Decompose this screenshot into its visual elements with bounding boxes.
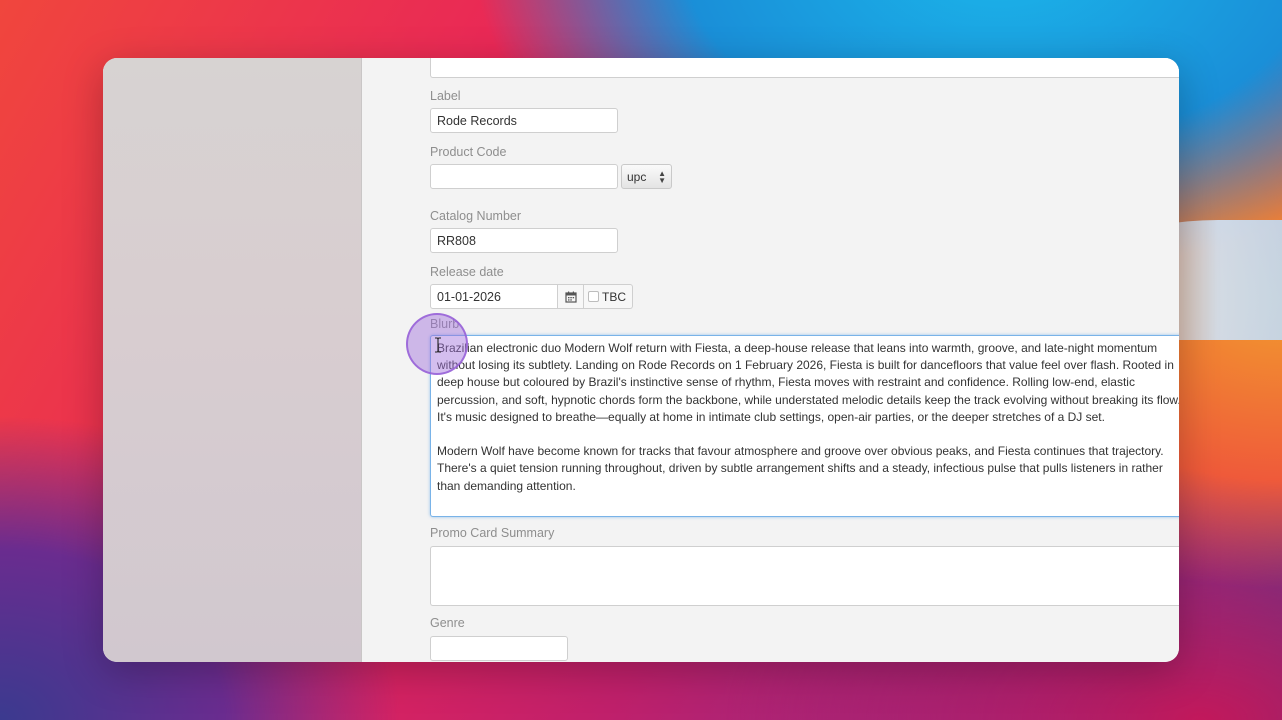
tbc-checkbox[interactable] <box>588 291 599 302</box>
tbc-label: TBC <box>602 289 626 304</box>
product-code-label: Product Code <box>430 145 507 159</box>
blurb-paragraph-2: Modern Wolf have become known for tracks… <box>437 444 1164 493</box>
product-code-input[interactable] <box>430 164 618 189</box>
promo-card-summary-textarea[interactable] <box>430 546 1179 606</box>
label-input[interactable]: Rode Records <box>430 108 618 133</box>
sidebar <box>103 58 362 662</box>
tbc-toggle[interactable]: TBC <box>584 284 633 309</box>
select-arrows-icon: ▲ ▼ <box>658 169 666 185</box>
release-form: Label Rode Records Product Code upc ▲ ▼ C… <box>362 58 1179 662</box>
calendar-icon <box>564 291 577 303</box>
promo-card-summary-label: Promo Card Summary <box>430 526 555 540</box>
catalog-number-input[interactable]: RR808 <box>430 228 618 253</box>
label-field-label: Label <box>430 89 461 103</box>
genre-input[interactable] <box>430 636 568 661</box>
product-code-type-select[interactable]: upc ▲ ▼ <box>621 164 672 189</box>
top-field-input[interactable] <box>430 58 1179 78</box>
release-date-input[interactable]: 01-01-2026 <box>430 284 558 309</box>
blurb-paragraph-1: Brazilian electronic duo Modern Wolf ret… <box>437 341 1179 424</box>
blurb-textarea[interactable]: Brazilian electronic duo Modern Wolf ret… <box>430 335 1179 517</box>
genre-label: Genre <box>430 616 465 630</box>
app-window: Label Rode Records Product Code upc ▲ ▼ C… <box>103 58 1179 662</box>
catalog-number-label: Catalog Number <box>430 209 522 223</box>
text-cursor-icon <box>435 337 441 353</box>
release-date-label: Release date <box>430 265 504 279</box>
product-code-type-value: upc <box>627 170 647 184</box>
calendar-button[interactable] <box>558 284 584 309</box>
